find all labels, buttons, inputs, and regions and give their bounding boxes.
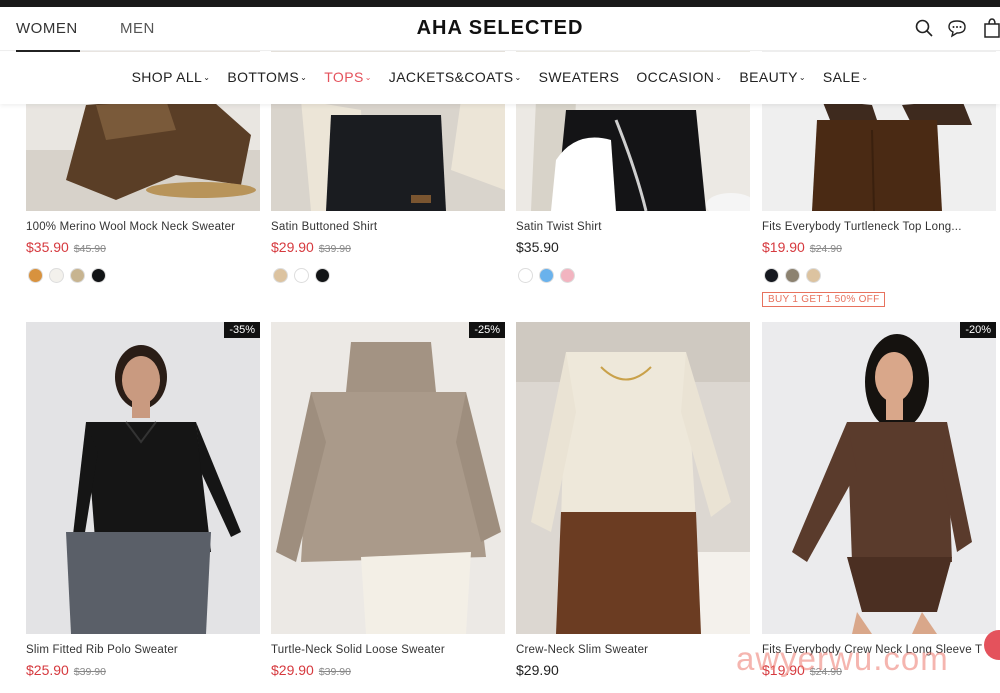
color-swatch[interactable]	[560, 268, 575, 283]
product-photo	[516, 322, 750, 634]
product-price: $35.90 $45.90	[26, 239, 106, 255]
product-photo	[762, 322, 996, 634]
product-title[interactable]: Slim Fitted Rib Polo Sweater	[26, 644, 260, 656]
color-swatch[interactable]	[539, 268, 554, 283]
chevron-down-icon: ⌄	[715, 73, 723, 82]
nav-item-occasion[interactable]: OCCASION⌄	[636, 69, 722, 85]
original-price: $39.90	[318, 243, 351, 255]
product-image[interactable]	[516, 322, 750, 634]
product-card[interactable]: -20% Fits Everybody Crew Neck Long Sleev…	[762, 322, 996, 692]
nav-item-shop-all[interactable]: SHOP ALL⌄	[132, 69, 211, 85]
nav-label: JACKETS&COATS	[388, 69, 514, 85]
product-photo	[26, 322, 260, 634]
nav-item-sweaters[interactable]: SWEATERS	[539, 69, 620, 85]
current-price: $25.90	[26, 662, 69, 678]
current-price: $19.90	[762, 239, 805, 255]
product-photo	[271, 322, 505, 634]
original-price: $39.90	[73, 666, 106, 678]
nav-item-jackets-coats[interactable]: JACKETS&COATS⌄	[389, 69, 522, 85]
original-price: $39.90	[318, 666, 351, 678]
chevron-down-icon: ⌄	[300, 73, 308, 82]
product-image[interactable]: -20%	[762, 322, 996, 634]
nav-item-beauty[interactable]: BEAUTY⌄	[739, 69, 806, 85]
chevron-down-icon: ⌄	[514, 73, 522, 82]
discount-badge: -35%	[224, 322, 260, 338]
color-swatch[interactable]	[294, 268, 309, 283]
current-price: $35.90	[516, 239, 559, 255]
color-swatch[interactable]	[70, 268, 85, 283]
current-price: $29.90	[271, 239, 314, 255]
nav-label: TOPS	[324, 69, 364, 85]
color-swatch[interactable]	[28, 268, 43, 283]
product-card[interactable]: Crew-Neck Slim Sweater $29.90	[516, 322, 750, 692]
product-price: $25.90 $39.90	[26, 662, 106, 678]
original-price: $45.90	[73, 243, 106, 255]
nav-item-sale[interactable]: SALE⌄	[823, 69, 869, 85]
product-price: $35.90	[516, 239, 559, 255]
product-image[interactable]: -35%	[26, 322, 260, 634]
color-swatch[interactable]	[315, 268, 330, 283]
chat-icon[interactable]	[947, 18, 967, 38]
color-swatch[interactable]	[518, 268, 533, 283]
site-logo[interactable]: AHA SELECTED	[0, 17, 1000, 40]
product-title[interactable]: Satin Buttoned Shirt	[271, 221, 505, 233]
original-price: $24.90	[809, 243, 842, 255]
current-price: $35.90	[26, 239, 69, 255]
current-price: $29.90	[271, 662, 314, 678]
color-swatch[interactable]	[806, 268, 821, 283]
color-swatch[interactable]	[764, 268, 779, 283]
product-card[interactable]: -35% Slim Fitted Rib Polo Sweater $25.90…	[26, 322, 260, 692]
nav-label: BEAUTY	[739, 69, 798, 85]
promo-badge: BUY 1 GET 1 50% OFF	[762, 292, 886, 307]
product-title[interactable]: 100% Merino Wool Mock Neck Sweater	[26, 221, 260, 233]
nav-label: BOTTOMS	[227, 69, 300, 85]
product-card[interactable]: -25% Turtle-Neck Solid Loose Sweater $29…	[271, 322, 505, 692]
search-icon[interactable]	[914, 18, 934, 38]
nav-label: SHOP ALL	[131, 69, 203, 85]
chevron-down-icon: ⌄	[798, 73, 806, 82]
product-price: $19.90 $24.90	[762, 239, 842, 255]
nav-label: OCCASION	[636, 69, 715, 85]
discount-badge: -25%	[469, 322, 505, 338]
chevron-down-icon: ⌄	[364, 73, 372, 82]
color-swatch[interactable]	[785, 268, 800, 283]
top-bar	[0, 0, 1000, 7]
nav-label: SWEATERS	[538, 69, 620, 85]
chevron-down-icon: ⌄	[203, 73, 211, 82]
color-swatch[interactable]	[91, 268, 106, 283]
product-title[interactable]: Satin Twist Shirt	[516, 221, 750, 233]
product-price: $29.90 $39.90	[271, 662, 351, 678]
product-title[interactable]: Turtle-Neck Solid Loose Sweater	[271, 644, 505, 656]
product-price: $29.90 $39.90	[271, 239, 351, 255]
product-price: $29.90	[516, 662, 559, 678]
watermark: awyerwu.com	[736, 640, 949, 677]
site-header: WOMEN MEN AHA SELECTED	[0, 7, 1000, 52]
chevron-down-icon: ⌄	[861, 73, 869, 82]
product-title[interactable]: Crew-Neck Slim Sweater	[516, 644, 750, 656]
nav-label: SALE	[822, 69, 861, 85]
product-title[interactable]: Fits Everybody Turtleneck Top Long...	[762, 221, 996, 233]
nav-item-tops[interactable]: TOPS⌄	[324, 69, 372, 85]
main-nav: SHOP ALL⌄ BOTTOMS⌄ TOPS⌄ JACKETS&COATS⌄ SWEA…	[0, 52, 1000, 104]
nav-item-bottoms[interactable]: BOTTOMS⌄	[227, 69, 307, 85]
discount-badge: -20%	[960, 322, 996, 338]
color-swatch[interactable]	[273, 268, 288, 283]
bag-icon[interactable]	[982, 18, 1000, 38]
product-image[interactable]: -25%	[271, 322, 505, 634]
current-price: $29.90	[516, 662, 559, 678]
color-swatch[interactable]	[49, 268, 64, 283]
